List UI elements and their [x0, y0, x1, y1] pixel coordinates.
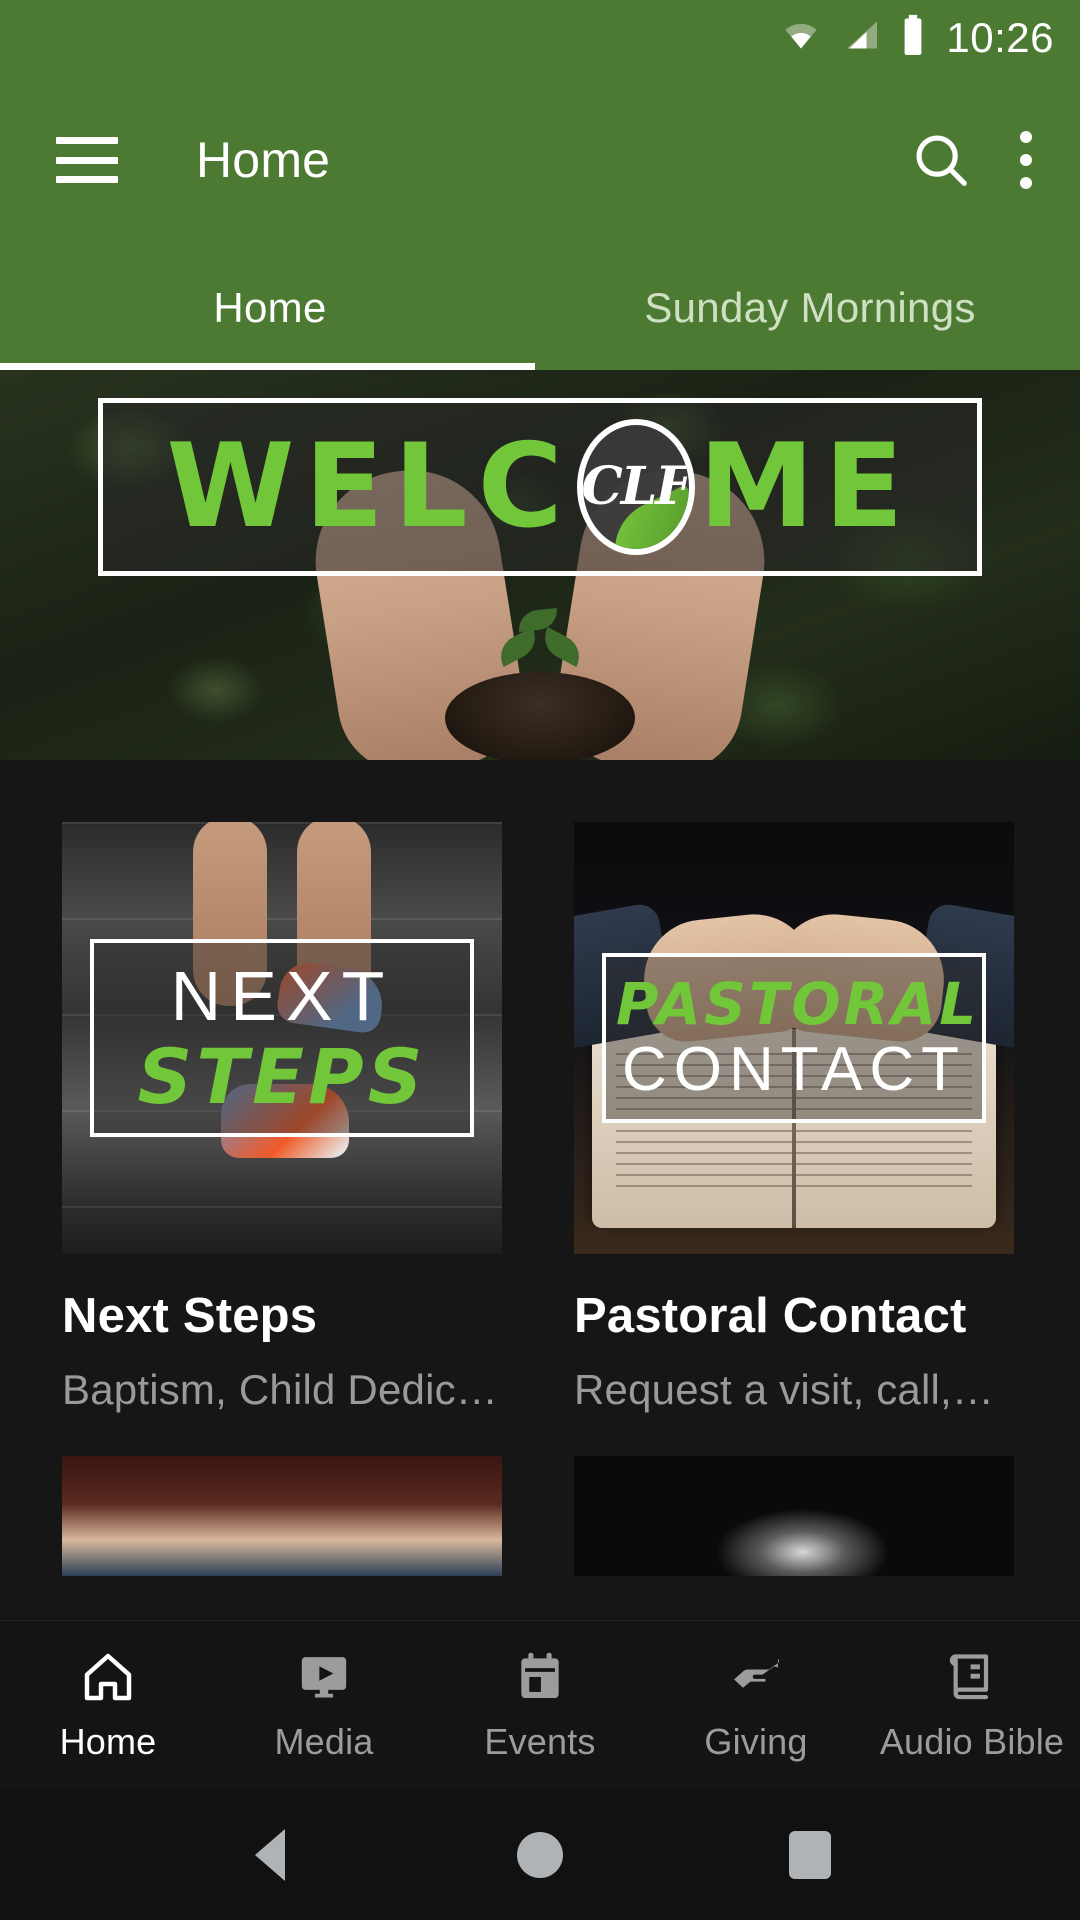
clf-logo-text: CLF [581, 456, 691, 517]
card-pastoral-contact-image: PASTORAL CONTACT [574, 822, 1014, 1254]
clf-logo-circle-icon: CLF [576, 419, 695, 555]
tab-bar: Home Sunday Mornings [0, 245, 1080, 370]
card-next-steps-subtitle: Baptism, Child Dedic… [62, 1366, 499, 1413]
card-pastoral-contact-title: Pastoral Contact [574, 1289, 967, 1343]
nav-item-events[interactable]: Events [432, 1649, 648, 1763]
nav-item-audio-bible-label: Audio Bible [879, 1720, 1065, 1762]
hero-welcome-text: WELC CLF ME [167, 419, 914, 555]
card-row2-right[interactable] [574, 1456, 1014, 1576]
system-navigation-bar [0, 1790, 1080, 1920]
tab-sunday-mornings-label: Sunday Mornings [644, 283, 976, 331]
status-bar: 10:26 [0, 0, 1080, 75]
battery-full-icon [900, 14, 926, 61]
card-pastoral-contact-subtitle: Request a visit, call,… [574, 1366, 995, 1413]
nav-item-giving[interactable]: Giving [648, 1649, 864, 1763]
tab-active-indicator [0, 363, 535, 370]
nav-item-home[interactable]: Home [0, 1649, 216, 1763]
giving-hand-icon [728, 1649, 784, 1705]
hero-welcome-suffix: ME [698, 419, 914, 554]
nav-item-media-label: Media [274, 1720, 374, 1762]
card-next-steps-image: NEXT STEPS [62, 822, 502, 1254]
app-bar-actions [910, 129, 1032, 191]
card-pastoral-contact-overlay-line1: PASTORAL [616, 970, 980, 1038]
tab-home[interactable]: Home [0, 245, 540, 370]
card-row2-left[interactable] [62, 1456, 502, 1576]
tab-home-label: Home [213, 283, 327, 331]
status-bar-icons [778, 14, 926, 61]
card-next-steps-title: Next Steps [62, 1289, 318, 1343]
book-icon [944, 1649, 1000, 1705]
media-play-icon [296, 1649, 352, 1705]
system-home-button[interactable] [405, 1832, 675, 1878]
search-icon[interactable] [910, 129, 972, 191]
card-pastoral-contact[interactable]: PASTORAL CONTACT Pastoral Contact Reques… [574, 822, 1014, 1414]
card-next-steps-overlay-line2: STEPS [137, 1032, 427, 1121]
hero-welcome-prefix: WELC [166, 419, 573, 554]
app-screen: 10:26 Home Home Sunday Mornings WELC CLF… [0, 0, 1080, 1920]
bottom-navigation-bar: Home Media Events Giving Audio Bible [0, 1620, 1080, 1790]
card-next-steps-overlay-line1: NEXT [170, 957, 394, 1035]
nav-item-audio-bible[interactable]: Audio Bible [864, 1649, 1080, 1763]
tab-sunday-mornings[interactable]: Sunday Mornings [540, 245, 1080, 370]
wifi-icon [778, 17, 824, 58]
hero-overlay-plate: WELC CLF ME [98, 398, 982, 576]
card-pastoral-contact-overlay: PASTORAL CONTACT [602, 953, 986, 1123]
system-recents-button[interactable] [675, 1831, 945, 1879]
nav-item-giving-label: Giving [704, 1720, 808, 1762]
status-bar-clock: 10:26 [946, 13, 1054, 61]
hamburger-menu-icon[interactable] [56, 137, 118, 183]
calendar-icon [512, 1649, 568, 1705]
nav-item-media[interactable]: Media [216, 1649, 432, 1763]
page-title: Home [196, 132, 331, 188]
home-icon [80, 1649, 136, 1705]
card-next-steps-overlay: NEXT STEPS [90, 939, 474, 1137]
card-next-steps[interactable]: NEXT STEPS Next Steps Baptism, Child Ded… [62, 822, 502, 1414]
feature-card-grid-row2 [0, 1456, 1080, 1576]
card-pastoral-contact-overlay-line2: CONTACT [621, 1035, 967, 1104]
system-back-button[interactable] [135, 1829, 405, 1881]
content-area: NEXT STEPS Next Steps Baptism, Child Ded… [0, 760, 1080, 1620]
hero-banner[interactable]: WELC CLF ME [0, 370, 1080, 760]
feature-card-grid: NEXT STEPS Next Steps Baptism, Child Ded… [0, 760, 1080, 1414]
overflow-menu-icon[interactable] [1020, 131, 1032, 189]
nav-item-events-label: Events [484, 1720, 596, 1762]
app-bar: Home [0, 75, 1080, 245]
cellular-signal-icon [840, 17, 884, 58]
nav-item-home-label: Home [59, 1720, 157, 1762]
